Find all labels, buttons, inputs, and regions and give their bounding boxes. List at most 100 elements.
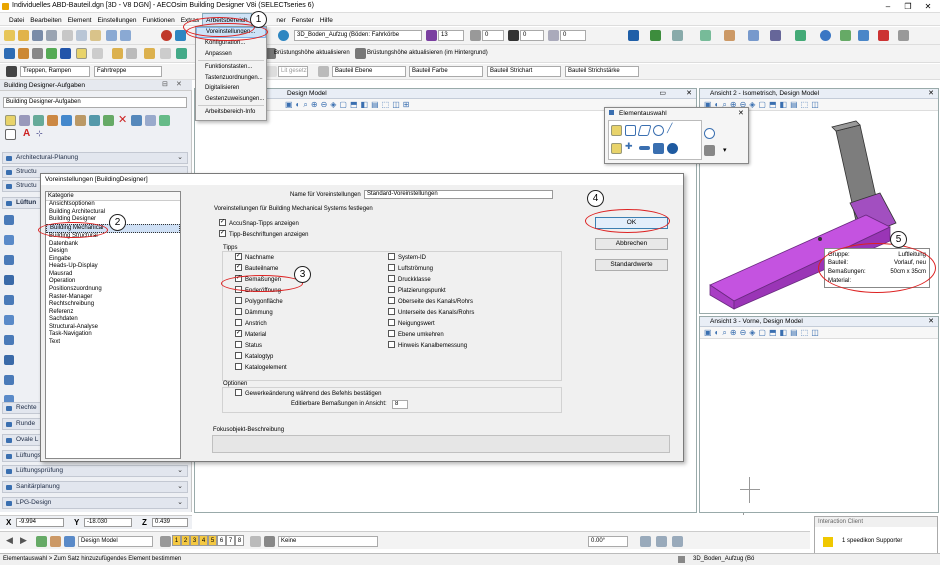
view-group-icon[interactable]	[160, 536, 171, 547]
attributes-icon[interactable]	[628, 30, 639, 41]
category-item[interactable]: Heads-Up-Display	[46, 263, 180, 271]
tool7-icon[interactable]	[126, 48, 137, 59]
view-number-button[interactable]: 4	[199, 535, 208, 546]
duct-tool-9-icon[interactable]	[4, 375, 14, 385]
linestyle-icon[interactable]	[470, 30, 481, 41]
grid-icon[interactable]	[640, 536, 651, 547]
menu-tastenzuordnungen[interactable]: Tastenzuordnungen...	[196, 73, 266, 84]
tipp-checkbox-row[interactable]: Oberseite des Kanals/Rohrs	[388, 297, 473, 306]
scale-icon[interactable]	[75, 115, 86, 126]
checkbox-icon[interactable]	[388, 330, 395, 337]
add-icon[interactable]: ✚	[625, 141, 633, 152]
transparency-dropdown[interactable]: 0	[560, 30, 586, 41]
tipp-checkbox-row[interactable]: Neigungswert	[388, 319, 435, 328]
back-icon[interactable]: ◀	[6, 535, 13, 546]
interaction-client-text[interactable]: 1 speedikon Supporter	[842, 538, 902, 544]
redo-icon[interactable]	[120, 30, 131, 41]
tipp-checkbox-row[interactable]: Platzierungspunkt	[388, 286, 446, 295]
tipp-checkbox-row[interactable]: Luftströmung	[388, 264, 433, 273]
section-lpg[interactable]: LPG-Design ⌄	[2, 497, 188, 509]
tipp-checkbox-row[interactable]: ✓ Material	[235, 330, 266, 339]
menu-gestenzuweisungen[interactable]: Gestenzuweisungen...	[196, 94, 266, 105]
select-line-icon[interactable]: ╱	[667, 123, 672, 134]
move-icon[interactable]	[47, 115, 58, 126]
checkbox-icon[interactable]	[235, 352, 242, 359]
clear-icon[interactable]	[667, 143, 678, 154]
category-item[interactable]: Raster-Manager	[46, 294, 180, 302]
tool4-icon[interactable]	[60, 48, 71, 59]
more-tools-icon[interactable]	[898, 30, 909, 41]
tasks-dropdown[interactable]: Building Designer-Aufgaben	[3, 97, 187, 108]
sheet-icon[interactable]	[50, 536, 61, 547]
checkbox-icon[interactable]: ✓	[235, 330, 242, 337]
view-3[interactable]: Ansicht 3 - Vorne, Design Model ✕ ▣◐⌕⊕⊖◈…	[699, 316, 939, 513]
invert-icon[interactable]	[653, 143, 664, 154]
level-small-icon[interactable]	[318, 66, 329, 77]
palette-chevron-down-icon[interactable]: ▾	[723, 146, 727, 154]
tipp-checkbox-row[interactable]: Status	[235, 341, 262, 350]
editierbare-dropdown[interactable]: 8	[392, 400, 408, 409]
minimize-icon[interactable]: –	[878, 1, 898, 12]
checkbox-icon[interactable]	[388, 264, 395, 271]
tipp-checkbox-row[interactable]: ✓ Bauteilname	[235, 264, 278, 273]
pencil-icon[interactable]	[6, 66, 17, 77]
help-icon[interactable]	[161, 30, 172, 41]
measure-icon[interactable]	[672, 30, 683, 41]
checkbox-icon[interactable]	[235, 363, 242, 370]
duct-tool-7-icon[interactable]	[4, 335, 14, 345]
library-icon[interactable]	[878, 30, 889, 41]
tool2-icon[interactable]	[32, 48, 43, 59]
checkbox-icon[interactable]: ✓	[235, 253, 242, 260]
tool8-icon[interactable]	[144, 48, 155, 59]
copy-element-icon[interactable]	[33, 115, 44, 126]
forward-icon[interactable]: ▶	[20, 535, 27, 546]
treppen-dropdown[interactable]: Treppen, Rampen	[20, 66, 90, 77]
menu-fenster[interactable]: Fenster	[289, 14, 317, 27]
info-icon[interactable]	[820, 30, 831, 41]
tipp-checkbox[interactable]: ✓ Tipp-Beschriftungen anzeigen	[219, 230, 309, 239]
lock-icon[interactable]	[266, 66, 277, 77]
rotate-icon[interactable]	[61, 115, 72, 126]
gewerk-checkbox[interactable]: Gewerkeänderung während des Befehls best…	[235, 389, 381, 398]
tool6-icon[interactable]	[112, 48, 123, 59]
duct-tool-2-icon[interactable]	[4, 235, 14, 245]
checkbox-icon[interactable]	[388, 308, 395, 315]
select-icon[interactable]	[5, 115, 16, 126]
checkbox-icon[interactable]	[388, 297, 395, 304]
bruestung-bg-button[interactable]: Brüstungshöhe aktualisieren (im Hintergr…	[367, 50, 488, 56]
view-close-icon[interactable]: ✕	[928, 89, 934, 98]
checkbox-icon[interactable]	[388, 275, 395, 282]
duct-tool-5-icon[interactable]	[4, 295, 14, 305]
view-close-icon[interactable]: ✕	[686, 89, 692, 98]
z-field[interactable]: 0.439	[152, 518, 188, 527]
menu-hilfe[interactable]: Hilfe	[317, 14, 336, 27]
tool9-icon[interactable]	[160, 48, 171, 59]
select-rect-icon[interactable]	[625, 125, 636, 136]
rectangle-icon[interactable]	[5, 129, 16, 140]
category-item[interactable]: Structural-Analyse	[46, 324, 180, 332]
checkbox-icon[interactable]	[235, 389, 242, 396]
tool3-icon[interactable]	[46, 48, 57, 59]
open-folder-icon[interactable]	[18, 30, 29, 41]
gesetzt-field[interactable]: Lit gesetzt	[278, 66, 308, 77]
checkbox-icon[interactable]	[388, 286, 395, 293]
view-close-icon[interactable]: ✕	[928, 317, 934, 326]
bauteil-ebene-dropdown[interactable]: Bauteil Ebene	[332, 66, 406, 77]
lineweight-icon[interactable]	[508, 30, 519, 41]
tipp-checkbox-row[interactable]: Unterseite des Kanals/Rohrs	[388, 308, 474, 317]
menu-digitalisieren[interactable]: Digitalisieren	[196, 83, 266, 94]
palette-close-icon[interactable]: ✕	[738, 109, 744, 117]
view-number-button[interactable]: 2	[181, 535, 190, 546]
menu-anpassen[interactable]: Anpassen	[196, 49, 266, 60]
fence-icon[interactable]	[19, 115, 30, 126]
model-dropdown[interactable]: Design Model	[78, 536, 153, 547]
category-item[interactable]: Rechtschreibung	[46, 301, 180, 309]
delete-icon[interactable]: ✕	[118, 113, 127, 126]
category-item[interactable]: Mausrad	[46, 271, 180, 279]
view-tool-icons[interactable]: ▣◐⌕⊕⊖◈▢⬒◧▤⬚◫	[704, 328, 822, 338]
lock-grid-icon[interactable]	[656, 536, 667, 547]
tipp-checkbox-row[interactable]: Polygonfläche	[235, 297, 283, 306]
category-item[interactable]: Operation	[46, 278, 180, 286]
checkbox-icon[interactable]	[235, 341, 242, 348]
tipp-checkbox-row[interactable]: ✓ Nachname	[235, 253, 274, 262]
